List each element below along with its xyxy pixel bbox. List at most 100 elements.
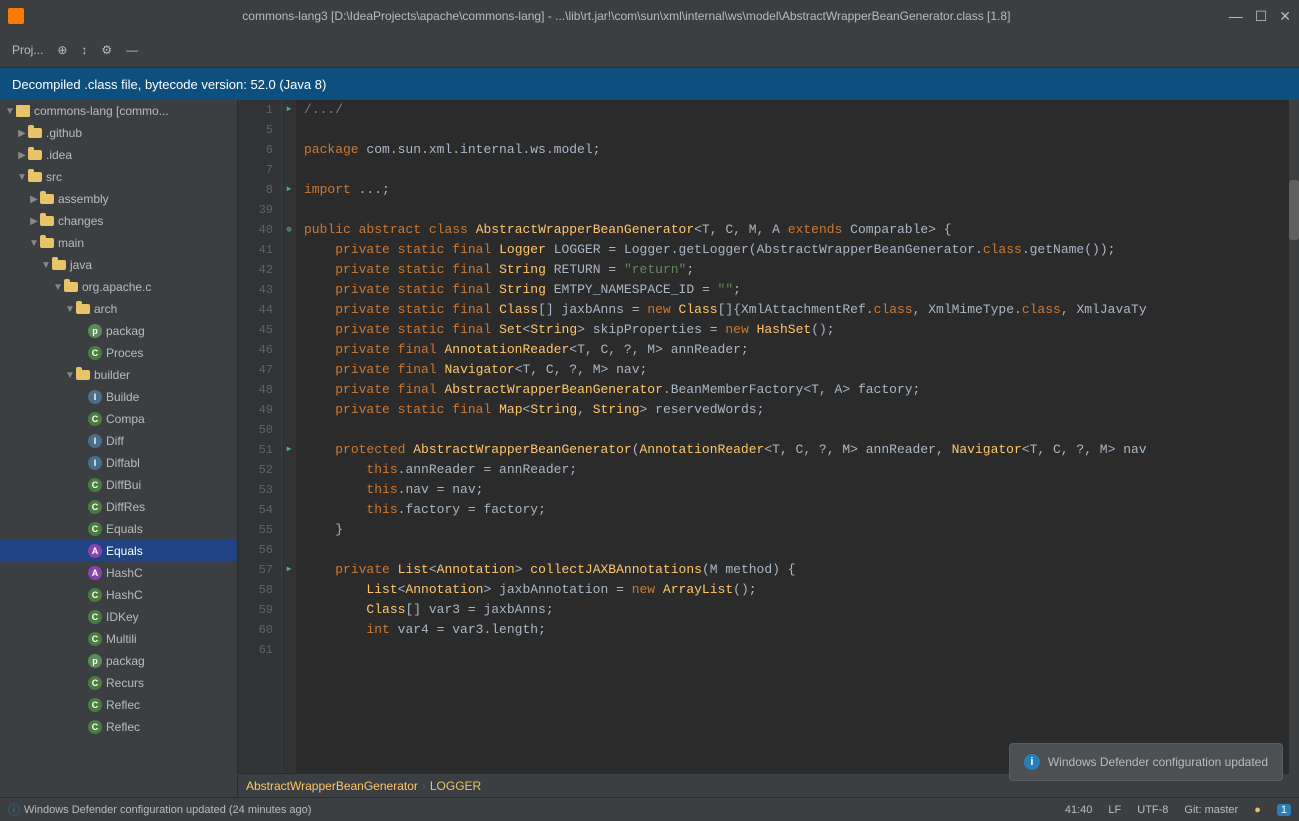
sidebar-item-idea[interactable]: ▶ .idea (0, 144, 237, 166)
sidebar-item-DiffResult[interactable]: ▶ C DiffRes (0, 496, 237, 518)
minimize-button[interactable]: — (1229, 8, 1243, 25)
gutter-marker[interactable]: ▶ (282, 180, 296, 200)
folder-icon (28, 172, 42, 182)
sidebar-item-DiffBuilder[interactable]: ▶ C DiffBui (0, 474, 237, 496)
gutter-marker (282, 260, 296, 280)
sidebar-item-github[interactable]: ▶ .github (0, 122, 237, 144)
decompiled-banner: Decompiled .class file, bytecode version… (0, 68, 1299, 100)
toast-notification: i Windows Defender configuration updated (1009, 743, 1283, 781)
cursor-position[interactable]: 41:40 (1065, 804, 1093, 816)
sidebar-item-java[interactable]: ▼ java (0, 254, 237, 276)
title-bar-controls[interactable]: — ☐ ✕ (1229, 8, 1291, 25)
sidebar-item-Recurs[interactable]: ▶ C Recurs (0, 672, 237, 694)
gutter-marker (282, 400, 296, 420)
sidebar-item-package2[interactable]: ▶ p packag (0, 650, 237, 672)
code-line: } (304, 520, 1281, 540)
expand-arrow: ▶ (16, 128, 28, 139)
gutter-marker[interactable]: ▶ (282, 100, 296, 120)
class-icon: C (88, 346, 102, 360)
title-bar-left (8, 8, 24, 24)
code-content: /.../ package com.sun.xml.internal.ws.mo… (296, 100, 1289, 773)
sidebar-item-root[interactable]: ▼ commons-lang [commo... (0, 100, 237, 122)
sidebar-item-package[interactable]: ▶ p packag (0, 320, 237, 342)
title-bar: commons-lang3 [D:\IdeaProjects\apache\co… (0, 0, 1299, 32)
sidebar-item-Equals1[interactable]: ▶ C Equals (0, 518, 237, 540)
gutter-marker (282, 300, 296, 320)
expand-arrow: ▶ (28, 216, 40, 227)
sidebar-item-label: java (70, 258, 92, 272)
sidebar-item-src[interactable]: ▼ src (0, 166, 237, 188)
code-line: private static final Logger LOGGER = Log… (304, 240, 1281, 260)
expand-arrow: ▼ (16, 172, 28, 183)
sidebar-item-main[interactable]: ▼ main (0, 232, 237, 254)
sidebar-item-assembly[interactable]: ▶ assembly (0, 188, 237, 210)
sidebar-item-HashCode1[interactable]: ▶ A HashC (0, 562, 237, 584)
sidebar-item-HashCode2[interactable]: ▶ C HashC (0, 584, 237, 606)
sidebar-item-Equals2[interactable]: ▶ A Equals (0, 540, 237, 562)
class-icon: C (88, 412, 102, 426)
code-line: public abstract class AbstractWrapperBea… (304, 220, 1281, 240)
toolbar-sync-button[interactable]: ↕ (75, 37, 93, 63)
sidebar-item-Builder[interactable]: ▶ I Builde (0, 386, 237, 408)
code-area: 1 5 6 7 8 39 40 41 42 43 44 45 46 47 48 … (238, 100, 1289, 773)
gutter-marker (282, 420, 296, 440)
app-icon (8, 8, 24, 24)
folder-icon (28, 150, 42, 160)
main-area: ▼ commons-lang [commo... ▶ .github ▶ .id… (0, 100, 1299, 797)
sidebar-item-process[interactable]: ▶ C Proces (0, 342, 237, 364)
sidebar-item-label: Multili (106, 632, 137, 646)
sidebar-item-Multiline[interactable]: ▶ C Multili (0, 628, 237, 650)
toolbar-add-button[interactable]: ⊕ (51, 37, 73, 63)
code-line (304, 540, 1281, 560)
maximize-button[interactable]: ☐ (1255, 8, 1268, 25)
scrollbar-thumb[interactable] (1289, 180, 1299, 240)
gutter-marker[interactable]: ▶ (282, 560, 296, 580)
gutter-marker[interactable]: ⊕ (282, 220, 296, 240)
expand-arrow: ▼ (28, 238, 40, 249)
close-button[interactable]: ✕ (1279, 8, 1291, 25)
sidebar-item-label: HashC (106, 588, 143, 602)
toolbar-minimize-button[interactable]: — (120, 37, 144, 63)
sidebar-item-label: .idea (46, 148, 72, 162)
editor-scrollbar[interactable] (1289, 100, 1299, 797)
sidebar-item-Reflect2[interactable]: ▶ C Reflec (0, 716, 237, 738)
sidebar-item-label: Equals (106, 522, 143, 536)
gutter-marker (282, 240, 296, 260)
sidebar-item-Diffable[interactable]: ▶ I Diffabl (0, 452, 237, 474)
toolbar-settings-button[interactable]: ⚙ (95, 37, 118, 63)
expand-arrow: ▼ (40, 260, 52, 271)
sidebar-item-Compa[interactable]: ▶ C Compa (0, 408, 237, 430)
vcs-branch[interactable]: Git: master (1184, 804, 1238, 816)
project-tree: ▼ commons-lang [commo... ▶ .github ▶ .id… (0, 100, 238, 797)
code-line: /.../ (304, 100, 1281, 120)
sidebar-item-label: changes (58, 214, 103, 228)
sidebar-item-label: Diff (106, 434, 124, 448)
gutter-marker[interactable]: ▶ (282, 440, 296, 460)
encoding[interactable]: UTF-8 (1137, 804, 1168, 816)
gutter-marker (282, 120, 296, 140)
sidebar-item-Diff[interactable]: ▶ I Diff (0, 430, 237, 452)
gutter-marker (282, 360, 296, 380)
notification-count[interactable]: 1 (1277, 804, 1291, 816)
expand-arrow: ▼ (4, 106, 16, 117)
sidebar-item-label: Diffabl (106, 456, 140, 470)
sidebar-item-label: org.apache.c (82, 280, 151, 294)
code-editor[interactable]: 1 5 6 7 8 39 40 41 42 43 44 45 46 47 48 … (238, 100, 1289, 797)
line-ending[interactable]: LF (1108, 804, 1121, 816)
sidebar-item-IDKey[interactable]: ▶ C IDKey (0, 606, 237, 628)
breadcrumb-file: AbstractWrapperBeanGenerator (246, 779, 418, 793)
power-indicator: ● (1254, 804, 1261, 816)
sidebar-item-changes[interactable]: ▶ changes (0, 210, 237, 232)
sidebar-item-label: Reflec (106, 698, 140, 712)
sidebar-item-label: Compa (106, 412, 145, 426)
code-line: private final Navigator<T, C, ?, M> nav; (304, 360, 1281, 380)
sidebar-item-arch[interactable]: ▼ arch (0, 298, 237, 320)
sidebar-item-orgapache[interactable]: ▼ org.apache.c (0, 276, 237, 298)
status-right: 41:40 LF UTF-8 Git: master ● 1 (1065, 804, 1291, 816)
class-icon: C (88, 610, 102, 624)
sidebar-item-builder[interactable]: ▼ builder (0, 364, 237, 386)
project-button[interactable]: Proj... (6, 37, 49, 63)
code-line: private static final Map<String, String>… (304, 400, 1281, 420)
folder-icon (64, 282, 78, 292)
sidebar-item-Reflect1[interactable]: ▶ C Reflec (0, 694, 237, 716)
